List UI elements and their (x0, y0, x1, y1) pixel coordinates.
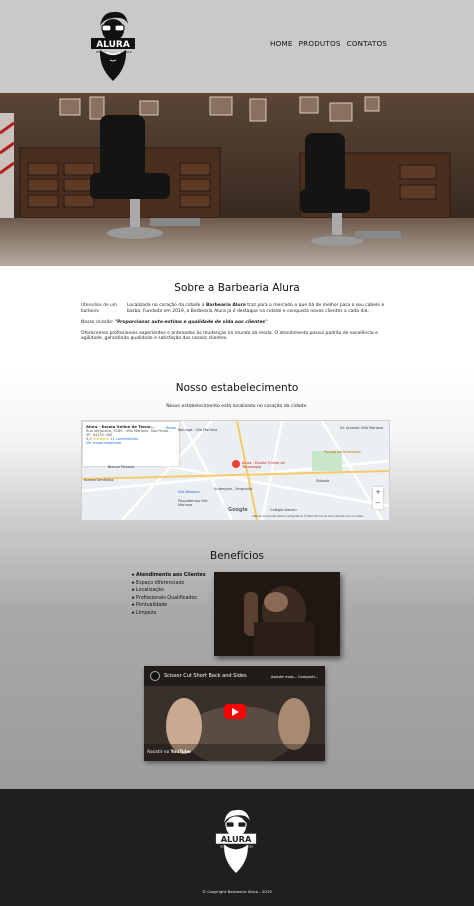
map-label-vila-mariana: Vila Mariana (178, 490, 200, 494)
map-label-shibata: Shibata (316, 479, 330, 483)
benefit-item: Espaço diferenciado (131, 580, 206, 588)
footer-logo-name: ALURA (221, 834, 252, 844)
youtube-video-embed[interactable]: Scissor Cut Short Back and Sides Assisti… (144, 666, 325, 761)
video-title[interactable]: Scissor Cut Short Back and Sides (164, 673, 247, 679)
about-p1-strong: Barbearia Alura (206, 303, 246, 308)
mission-text: "Proporcionar auto-estima e qualidade de… (114, 319, 268, 325)
map-label-aubergine: Aubergine - Vergueiro (214, 487, 253, 491)
map-label-aurora: Aurora Dentistas (84, 478, 114, 482)
map-label-parque: Parque da Aclimação (324, 450, 361, 454)
page: ALURA EST 2019 HOME PRODUTOS CONTATOS So… (0, 0, 474, 906)
share-button[interactable]: Comparti... (298, 675, 318, 679)
alura-logo[interactable]: ALURA EST 2019 (90, 8, 136, 84)
benefits-list: Atendimento aos Clientes Espaço diferenc… (131, 572, 206, 618)
channel-avatar[interactable] (150, 671, 160, 681)
map-label-kalunga: Kalunga - Vila Mariana (178, 428, 218, 432)
watch-on-youtube[interactable]: Assistir no YouTube (147, 750, 191, 755)
nav-contatos[interactable]: CONTATOS (347, 39, 387, 48)
benefit-item: Localização (131, 587, 206, 595)
youtube-logo: YouTube (170, 750, 191, 755)
main-nav: HOME PRODUTOS CONTATOS (270, 39, 387, 48)
nav-home[interactable]: HOME (270, 39, 293, 48)
watch-later-button[interactable]: Assistir mais... (271, 675, 297, 679)
about-p1-text: Localizada no coração da cidade a (127, 303, 206, 308)
map-label-poupatempo: Poupatempo Vila Mariana (178, 499, 208, 507)
mission-label: Nosso missão: (81, 319, 114, 325)
google-map-embed[interactable]: Alura - Escola Online de Tecno... Rua Ve… (81, 420, 390, 521)
google-logo: Google (228, 507, 248, 513)
map-attribution: Atalhos do teclado Dados cartográficos ©… (252, 515, 363, 518)
footer-copyright: © Copyright Barbearia Alura - 2019 (202, 889, 272, 894)
map-label-colegio: Colégio Ateneu (270, 508, 297, 512)
barber-tools-image-alt: Utensílios de um barbeiro (81, 303, 117, 314)
map-pin-icon (232, 460, 240, 468)
map-label-bianca: Bianca Pizzaria (108, 465, 135, 469)
establishment-subtitle: Nosso estabelecimento está localizado no… (166, 404, 308, 409)
header: ALURA EST 2019 HOME PRODUTOS CONTATOS (0, 0, 474, 93)
benefits-title: Benefícios (210, 550, 264, 562)
map-label-ateneu: Dr. Arnaldo Villa Mariana (340, 426, 384, 430)
about-title: Sobre a Barbearia Alura (174, 282, 300, 294)
watch-on-label: Assistir no (147, 750, 170, 755)
footer-alura-logo: ALURA EST 2019 (215, 809, 257, 873)
about-mission: Nosso missão: "Proporcionar auto-estima … (81, 320, 391, 326)
logo-name: ALURA (96, 40, 130, 50)
benefit-item: Limpeza (131, 610, 206, 618)
map-place-card: Alura - Escola Online de Tecno... Rua Ve… (83, 422, 179, 466)
hero-banner-image (0, 93, 474, 266)
map-larger-link[interactable]: Ver mapa ampliado (86, 441, 176, 445)
map-zoom-controls: + − (373, 487, 383, 509)
benefit-item: Atendimento aos Clientes (131, 572, 206, 580)
nav-produtos[interactable]: PRODUTOS (299, 39, 341, 48)
about-paragraph-1: Localizada no coração da cidade a Barbea… (127, 303, 391, 315)
map-place-address: Rua Vergueiro, 3185 - Vila Mariana, São … (86, 429, 171, 437)
zoom-in-button[interactable]: + (373, 487, 383, 498)
about-content: Utensílios de um barbeiro Localizada no … (81, 303, 391, 342)
establishment-title: Nosso estabelecimento (175, 382, 299, 394)
about-paragraph-3: Oferecemos profissionais experientes e a… (81, 330, 378, 342)
benefits-photo-beard-trim (214, 572, 340, 656)
map-pin-label: Alura - Escola Online de Tecnologia (242, 461, 285, 469)
play-button-icon[interactable] (224, 704, 246, 719)
map-directions-link[interactable]: Rotas (166, 426, 176, 430)
zoom-out-button[interactable]: − (373, 498, 383, 509)
benefit-item: Pontualidade (131, 602, 206, 610)
benefit-item: Profissionais Qualificados (131, 595, 206, 603)
